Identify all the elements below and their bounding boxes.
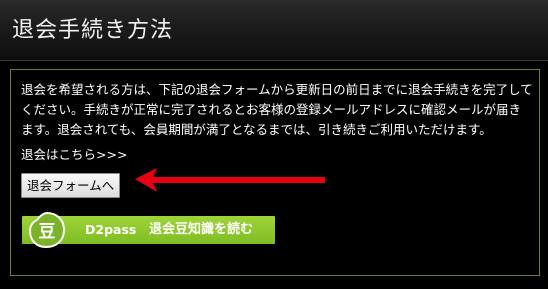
banner-label: 退会豆知識を読む — [149, 222, 254, 237]
bean-icon-glyph: 豆 — [39, 222, 56, 242]
red-arrow-icon — [135, 168, 325, 192]
d2pass-tips-banner[interactable]: 豆 D2pass 退会豆知識を読む — [22, 211, 275, 249]
withdrawal-info-box: 退会を希望される方は、下記の退会フォームから更新日の前日までに退会手続きを完了し… — [10, 69, 540, 276]
banner-brand: D2pass — [85, 222, 137, 237]
page-title: 退会手続き方法 — [12, 18, 174, 43]
withdrawal-form-button[interactable]: 退会フォームへ — [21, 173, 121, 198]
withdrawal-link-label: 退会はこちら>>> — [21, 147, 128, 162]
withdrawal-instructions: 退会を希望される方は、下記の退会フォームから更新日の前日までに退会手続きを完了し… — [21, 82, 533, 137]
page-header: 退会手続き方法 — [0, 0, 548, 61]
bean-icon: 豆 — [28, 211, 66, 249]
page: 退会手続き方法 退会を希望される方は、下記の退会フォームから更新日の前日までに退… — [0, 0, 548, 289]
